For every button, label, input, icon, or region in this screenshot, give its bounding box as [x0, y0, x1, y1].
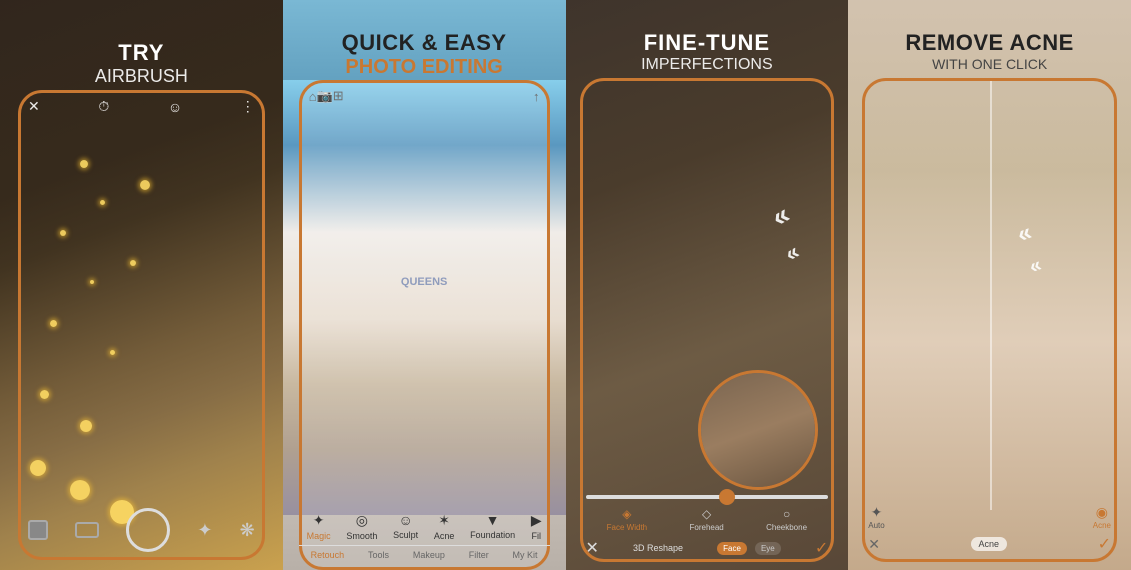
fine-label: FINE-TUNE: [566, 30, 849, 56]
smooth-label: Smooth: [346, 531, 377, 541]
magic-label: Magic: [307, 531, 331, 541]
tab-mykit[interactable]: My Kit: [513, 550, 538, 560]
panel-2-tabs: Retouch Tools Makeup Filter My Kit: [299, 545, 550, 560]
foundation-icon: ▼: [486, 512, 500, 528]
option-eye[interactable]: Eye: [755, 542, 781, 555]
p3-tool-cheekbone[interactable]: ○ Cheekbone: [766, 507, 807, 532]
rect-tool[interactable]: [75, 522, 99, 538]
panel-4-icon-row: ✦ Auto ◉ Acne: [868, 504, 1111, 530]
panel-3-headline: FINE-TUNE IMPERFECTIONS: [566, 30, 849, 74]
panel-1-bottom-bar: ✦ ❋: [28, 508, 255, 552]
p3-check-button[interactable]: ✓: [815, 538, 828, 558]
airbrush-label: AIRBRUSH: [0, 66, 283, 87]
foundation-label: Foundation: [470, 530, 515, 540]
capture-button[interactable]: [126, 508, 170, 552]
acne-icon: ✶: [438, 512, 450, 529]
panel-4-control-row: ✕ Acne ✓: [868, 534, 1111, 554]
oneclick-label: WITH ONE CLICK: [848, 56, 1131, 72]
tool-foundation[interactable]: ▼ Foundation: [470, 512, 515, 541]
wand-icon[interactable]: ✦: [197, 520, 212, 541]
panel-2-headline: QUICK & EASY PHOTO EDITING: [283, 30, 566, 79]
tab-tools[interactable]: Tools: [368, 550, 389, 560]
panel-3-tools: ◈ Face Width ◇ Forehead ○ Cheekbone: [586, 507, 829, 532]
phone-frame-3: [580, 78, 835, 562]
acne-remove-icon: ◉: [1096, 504, 1108, 521]
tab-filter[interactable]: Filter: [469, 550, 489, 560]
phone-frame-4: [862, 78, 1117, 562]
more-tool-icon: ▶: [531, 512, 542, 529]
tab-makeup[interactable]: Makeup: [413, 550, 445, 560]
tool-more[interactable]: ▶ Fil: [531, 512, 542, 541]
p3-tool-forehead[interactable]: ◇ Forehead: [690, 507, 724, 532]
tool-sculpt[interactable]: ☺ Sculpt: [393, 512, 418, 541]
magic-icon: ✦: [313, 512, 325, 529]
slider-thumb[interactable]: [719, 489, 735, 505]
imperfections-label: IMPERFECTIONS: [566, 56, 849, 74]
photo-label: PHOTO EDITING: [283, 56, 566, 79]
p4-confirm-button[interactable]: ✓: [1098, 534, 1111, 554]
panel-3-bottom-bar: ✕ 3D Reshape Face Eye ✓: [586, 538, 829, 558]
p3-tool-facewidth[interactable]: ◈ Face Width: [607, 507, 647, 532]
panel-2-bottom-bar: ✦ Magic ◎ Smooth ☺ Sculpt ✶ Acne ▼ Found…: [299, 512, 550, 560]
panel-fine-tune: « « FINE-TUNE IMPERFECTIONS ◈ Face Width…: [566, 0, 849, 570]
panel-1-headline: TRY AIRBRUSH: [0, 40, 283, 87]
facewidth-label: Face Width: [607, 523, 647, 532]
smooth-icon: ◎: [356, 512, 368, 529]
phone-frame-1: [18, 90, 265, 560]
panel-try-airbrush: TRY AIRBRUSH ✕ ⏱ ☺ ⋮ ✦ ❋: [0, 0, 283, 570]
forehead-icon: ◇: [702, 507, 711, 521]
acne-label: Acne: [434, 531, 455, 541]
p3-option-group: Face Eye: [717, 542, 781, 555]
panel-4-headline: REMOVE ACNE WITH ONE CLICK: [848, 30, 1131, 72]
tool-magic[interactable]: ✦ Magic: [307, 512, 331, 541]
more-label: Fil: [531, 531, 541, 541]
p3-reshape-label: 3D Reshape: [633, 543, 683, 553]
p4-acne-badge: Acne: [971, 537, 1008, 551]
cheekbone-label: Cheekbone: [766, 523, 807, 532]
remove-acne-label: REMOVE ACNE: [848, 30, 1131, 56]
acne-icon-label[interactable]: ◉ Acne: [1093, 504, 1111, 530]
auto-icon-label[interactable]: ✦ Auto: [868, 504, 884, 530]
auto-label: Auto: [868, 521, 884, 530]
option-face[interactable]: Face: [717, 542, 747, 555]
facewidth-icon: ◈: [622, 507, 631, 521]
panel-2-tools: ✦ Magic ◎ Smooth ☺ Sculpt ✶ Acne ▼ Found…: [299, 512, 550, 541]
p4-cancel-button[interactable]: ✕: [868, 536, 880, 553]
adjustment-slider[interactable]: [586, 495, 829, 499]
square-tool[interactable]: [28, 520, 48, 540]
forehead-label: Forehead: [690, 523, 724, 532]
auto-icon: ✦: [871, 504, 883, 521]
p3-x-button[interactable]: ✕: [586, 538, 599, 558]
eraser-icon[interactable]: ❋: [240, 520, 255, 541]
cheekbone-icon: ○: [783, 507, 790, 521]
acne-icon-text: Acne: [1093, 521, 1111, 530]
tool-acne[interactable]: ✶ Acne: [434, 512, 455, 541]
quick-label: QUICK & EASY: [283, 30, 566, 56]
phone-frame-2: [299, 80, 550, 570]
panel-3-bottom: ◈ Face Width ◇ Forehead ○ Cheekbone ✕ 3D…: [586, 495, 829, 558]
tool-smooth[interactable]: ◎ Smooth: [346, 512, 377, 541]
panel-quick-easy: QUEENS QUICK & EASY PHOTO EDITING ⌂ 📷 ⊞ …: [283, 0, 566, 570]
tab-retouch[interactable]: Retouch: [311, 550, 345, 560]
panel-4-bottom: ✦ Auto ◉ Acne ✕ Acne ✓: [868, 504, 1111, 558]
sculpt-icon: ☺: [398, 512, 412, 528]
sculpt-label: Sculpt: [393, 530, 418, 540]
try-label: TRY: [0, 40, 283, 66]
panel-remove-acne: « « REMOVE ACNE WITH ONE CLICK ✦ Auto ◉ …: [848, 0, 1131, 570]
